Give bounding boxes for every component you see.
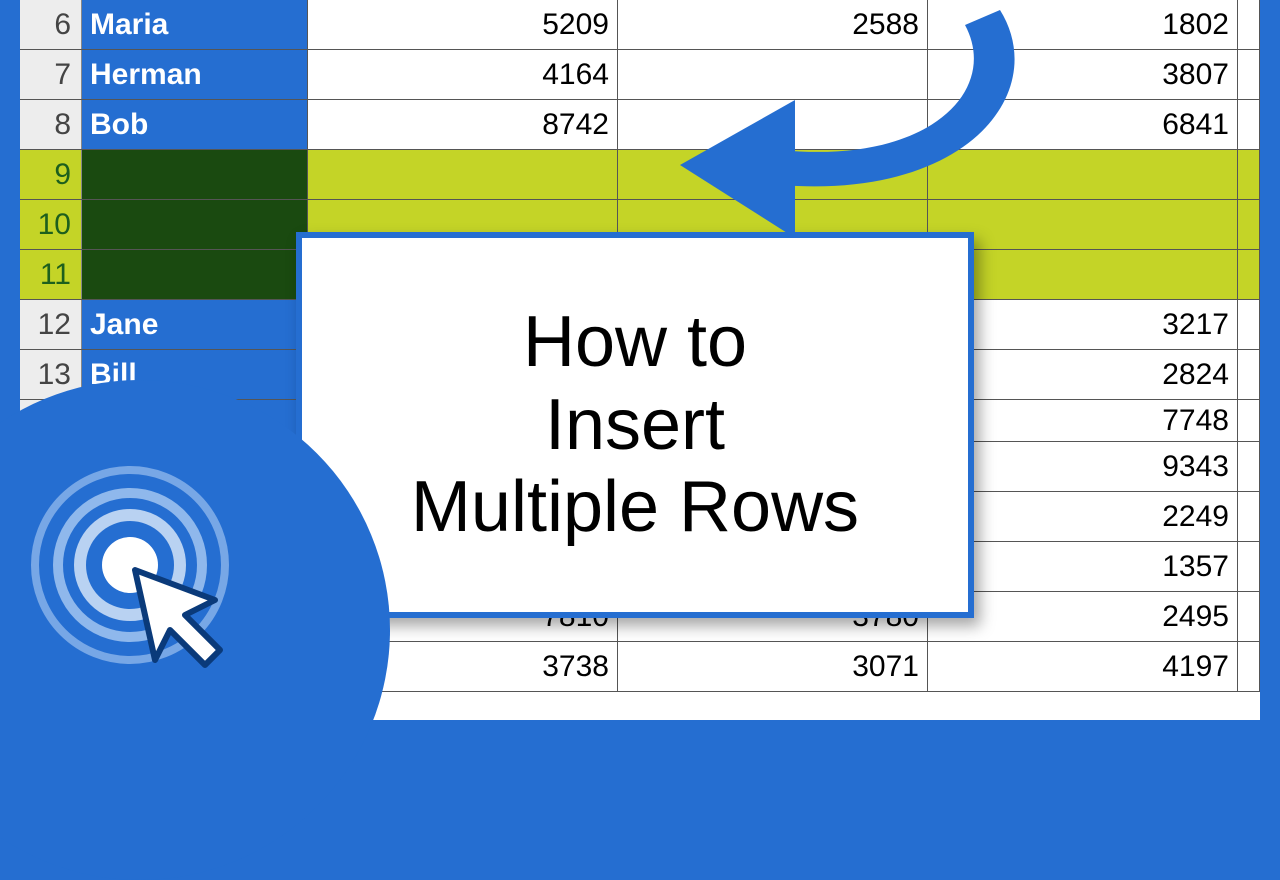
data-cell[interactable]: 5209 — [308, 0, 618, 49]
table-row[interactable]: 9 — [20, 150, 1260, 200]
trailing-cell[interactable] — [1238, 300, 1260, 349]
name-cell[interactable]: Herman — [82, 50, 308, 99]
trailing-cell[interactable] — [1238, 592, 1260, 641]
name-cell[interactable] — [82, 150, 308, 199]
data-cell[interactable]: 4164 — [308, 50, 618, 99]
trailing-cell[interactable] — [1238, 642, 1260, 691]
row-number[interactable]: 10 — [20, 200, 82, 249]
trailing-cell[interactable] — [1238, 0, 1260, 49]
data-cell[interactable]: 4197 — [928, 642, 1238, 691]
data-cell[interactable]: 3217 — [928, 300, 1238, 349]
row-number[interactable]: 11 — [20, 250, 82, 299]
data-cell[interactable]: 2824 — [928, 350, 1238, 399]
name-cell[interactable] — [82, 200, 308, 249]
table-row[interactable]: 6Maria520925881802 — [20, 0, 1260, 50]
name-cell[interactable]: Bob — [82, 100, 308, 149]
data-cell[interactable] — [308, 150, 618, 199]
trailing-cell[interactable] — [1238, 150, 1260, 199]
row-number[interactable]: 6 — [20, 0, 82, 49]
table-row[interactable]: 8Bob87426841 — [20, 100, 1260, 150]
trailing-cell[interactable] — [1238, 350, 1260, 399]
data-cell[interactable]: 7748 — [928, 400, 1238, 441]
row-number[interactable]: 9 — [20, 150, 82, 199]
data-cell[interactable]: 9343 — [928, 442, 1238, 491]
trailing-cell[interactable] — [1238, 50, 1260, 99]
data-cell[interactable]: 1357 — [928, 542, 1238, 591]
row-number[interactable]: 8 — [20, 100, 82, 149]
card-line-3: Multiple Rows — [411, 466, 859, 549]
data-cell[interactable]: 2495 — [928, 592, 1238, 641]
row-number[interactable]: 12 — [20, 300, 82, 349]
card-line-1: How to — [523, 301, 747, 384]
trailing-cell[interactable] — [1238, 100, 1260, 149]
data-cell[interactable]: 8742 — [308, 100, 618, 149]
data-cell[interactable]: 3071 — [618, 642, 928, 691]
data-cell[interactable]: 2249 — [928, 492, 1238, 541]
card-line-2: Insert — [545, 384, 725, 467]
trailing-cell[interactable] — [1238, 542, 1260, 591]
row-number[interactable]: 7 — [20, 50, 82, 99]
trailing-cell[interactable] — [1238, 200, 1260, 249]
name-cell[interactable] — [82, 250, 308, 299]
trailing-cell[interactable] — [1238, 492, 1260, 541]
title-card: How to Insert Multiple Rows — [296, 232, 974, 618]
table-row[interactable]: 7Herman41643807 — [20, 50, 1260, 100]
trailing-cell[interactable] — [1238, 442, 1260, 491]
name-cell[interactable]: Jane — [82, 300, 308, 349]
trailing-cell[interactable] — [1238, 250, 1260, 299]
trailing-cell[interactable] — [1238, 400, 1260, 441]
name-cell[interactable]: Maria — [82, 0, 308, 49]
curved-arrow-icon — [670, 0, 1030, 260]
click-logo-icon — [20, 450, 270, 700]
